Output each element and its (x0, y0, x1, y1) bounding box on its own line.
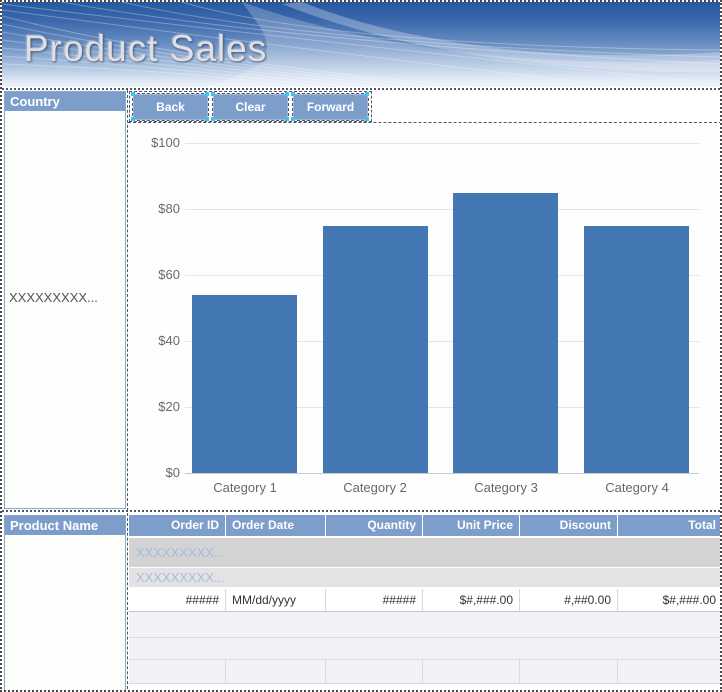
x-axis-category-label: Category 3 (474, 480, 538, 495)
detail-quantity: ##### (326, 589, 423, 611)
back-button[interactable]: Back (131, 91, 209, 121)
empty-cell (520, 660, 618, 683)
band-separator (2, 510, 720, 512)
country-panel-header: Country (5, 92, 125, 112)
y-axis-tick: $80 (158, 201, 180, 216)
report-canvas: Product Sales Country XXXXXXXXX... Back … (0, 0, 722, 692)
detail-order-id: ##### (129, 589, 226, 611)
y-axis-tick: $100 (151, 135, 180, 150)
bar-category-3[interactable] (453, 192, 558, 473)
y-axis-tick: $60 (158, 267, 180, 282)
x-axis-category-label: Category 4 (605, 480, 669, 495)
bar-category-1[interactable] (192, 294, 297, 473)
x-axis-category-label: Category 1 (213, 480, 277, 495)
detail-order-date: MM/dd/yyyy (226, 589, 326, 611)
y-axis-tick: $0 (165, 465, 180, 480)
bar-chart: $100 $80 $60 $40 $20 $0 Category 1 Category 2 Ca… (128, 122, 720, 510)
empty-cell (618, 660, 720, 683)
empty-cell (226, 660, 326, 683)
gridline (185, 143, 699, 144)
group-header-row-2[interactable]: XXXXXXXXX... (129, 568, 720, 587)
empty-table-row (129, 638, 720, 660)
empty-cell (423, 660, 520, 683)
group-header-row-1[interactable]: XXXXXXXXX... (129, 538, 720, 567)
column-header-total: Total (688, 518, 716, 532)
country-filter-panel: Country XXXXXXXXX... (4, 91, 126, 509)
empty-table-row (129, 612, 720, 638)
column-header-order-date: Order Date (226, 515, 326, 536)
product-panel-header: Product Name (5, 516, 125, 536)
detail-discount: #,##0.00 (520, 589, 618, 611)
empty-table-row (129, 660, 720, 684)
band-separator (2, 88, 720, 90)
country-list-item[interactable]: XXXXXXXXX... (9, 290, 98, 305)
bar-category-2[interactable] (323, 225, 428, 473)
column-header-order-id: Order ID (129, 515, 226, 536)
table-detail-row: ##### MM/dd/yyyy ##### $#,###.00 #,##0.0… (129, 589, 720, 612)
empty-cell (129, 660, 226, 683)
page-title: Product Sales (24, 28, 268, 69)
detail-total: $#,###.00 (662, 593, 716, 607)
column-header-discount: Discount (520, 515, 618, 536)
bar-category-4[interactable] (584, 225, 689, 473)
region-divider (127, 513, 128, 690)
x-axis-category-label: Category 2 (343, 480, 407, 495)
orders-table: Order ID Order Date Quantity Unit Price … (129, 515, 720, 684)
clear-button[interactable]: Clear (211, 91, 289, 121)
empty-cell (326, 660, 423, 683)
forward-button[interactable]: Forward (291, 91, 369, 121)
column-header-unit-price: Unit Price (423, 515, 520, 536)
y-axis-tick: $20 (158, 399, 180, 414)
product-name-filter-panel: Product Name (4, 515, 126, 690)
gridline (185, 473, 699, 474)
navigation-toolbar: Back Clear Forward (129, 91, 372, 122)
banner: Product Sales (2, 2, 720, 87)
column-header-quantity: Quantity (326, 515, 423, 536)
gridline (185, 209, 699, 210)
detail-unit-price: $#,###.00 (423, 589, 520, 611)
y-axis-tick: $40 (158, 333, 180, 348)
table-header-row: Order ID Order Date Quantity Unit Price … (129, 515, 720, 536)
